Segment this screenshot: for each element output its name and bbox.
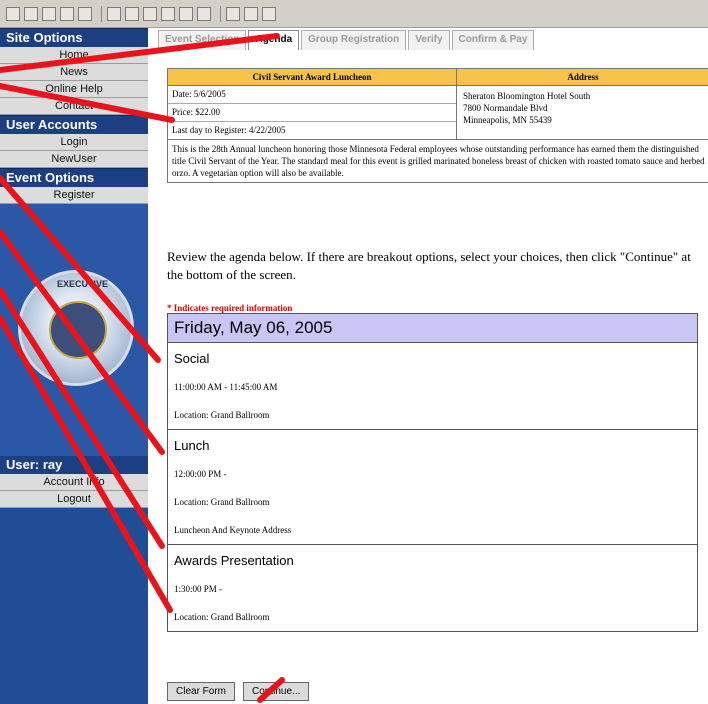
copy-icon[interactable] [125,6,139,21]
agenda-day-header: Friday, May 06, 2005 [168,314,697,343]
agenda-session: Lunch 12:00:00 PM - Location: Grand Ball… [168,430,697,545]
wizard-tabs: Event Selection Agenda Group Registratio… [158,30,536,50]
session-time: 12:00:00 PM - [174,469,227,479]
paste-icon[interactable] [161,6,175,21]
cut-icon[interactable] [143,6,157,21]
agenda-session: Social 11:00:00 AM - 11:45:00 AM Locatio… [168,343,697,430]
seal-text: EXECUTIVE [57,279,109,289]
eagle-emblem-icon [49,301,107,359]
required-note: * Indicates required information [167,303,293,313]
executive-board-seal: EXECUTIVE [18,270,134,386]
tab-event-selection[interactable]: Event Selection [158,30,247,50]
agenda-session: Awards Presentation 1:30:00 PM - Locatio… [168,545,697,631]
clear-form-button[interactable]: Clear Form [167,682,236,701]
event-info-table: Civil Servant Award Luncheon Address Dat… [167,68,708,183]
user-label: User: ray [0,456,148,474]
event-address: Sheraton Bloomington Hotel South 7800 No… [457,86,708,139]
sidebar-item-home[interactable]: Home [0,47,148,64]
back-icon[interactable] [6,6,20,21]
address-line: Sheraton Bloomington Hotel South [463,91,591,101]
event-last-day: Last day to Register: 4/22/2005 [172,125,286,135]
event-options-heading: Event Options [0,168,148,187]
home-icon[interactable] [78,6,92,21]
site-options-heading: Site Options [0,28,148,47]
event-info-header: Civil Servant Award Luncheon Address [168,69,708,86]
tab-agenda[interactable]: Agenda [248,30,300,50]
browser-toolbar [0,0,708,28]
history-icon[interactable] [197,6,211,21]
address-line: Minneapolis, MN 55439 [463,115,552,125]
user-accounts-heading: User Accounts [0,115,148,134]
event-description: This is the 28th Annual luncheon honorin… [168,139,708,182]
event-name: Civil Servant Award Luncheon [168,69,457,85]
sidebar-item-news[interactable]: News [0,64,148,81]
edit-icon[interactable] [262,6,276,21]
search-icon[interactable] [107,6,121,21]
toolbar-divider [101,5,102,22]
tab-confirm-pay[interactable]: Confirm & Pay [451,30,535,50]
continue-button[interactable]: Continue... [243,682,310,701]
stop-icon[interactable] [42,6,56,21]
tab-verify[interactable]: Verify [408,30,450,50]
mail-icon[interactable] [226,6,240,21]
event-info-body: Date: 5/6/2005 Price: $22.00 Last day to… [168,86,708,139]
sidebar-item-login[interactable]: Login [0,134,148,151]
sidebar-item-register[interactable]: Register [0,187,148,204]
event-details: Date: 5/6/2005 Price: $22.00 Last day to… [168,86,457,139]
sidebar: Site Options Home News Online Help Conta… [0,28,148,704]
toolbar-divider [220,5,221,22]
sidebar-item-account-info[interactable]: Account Info [0,474,148,491]
session-title: Lunch [174,438,210,453]
session-location: Location: Grand Ballroom [174,410,270,420]
address-header: Address [567,72,599,82]
form-buttons: Clear Form Continue... [167,682,317,701]
sidebar-item-logout[interactable]: Logout [0,491,148,508]
event-price: Price: $22.00 [168,104,456,122]
sidebar-item-contact[interactable]: Contact [0,98,148,115]
review-instructions: Review the agenda below. If there are br… [167,249,691,282]
seal-area: EXECUTIVE [0,204,148,456]
address-line: 7800 Normandale Blvd [463,103,548,113]
session-location: Location: Grand Ballroom [174,612,270,622]
sidebar-item-newuser[interactable]: NewUser [0,151,148,168]
settings-icon[interactable] [179,6,193,21]
session-location: Location: Grand Ballroom [174,497,270,507]
sidebar-item-online-help[interactable]: Online Help [0,81,148,98]
session-title: Social [174,351,210,366]
forward-icon[interactable] [24,6,38,21]
agenda-table: Friday, May 06, 2005 Social 11:00:00 AM … [167,313,698,632]
session-time: 11:00:00 AM - 11:45:00 AM [174,382,278,392]
tab-group-registration[interactable]: Group Registration [301,30,407,50]
session-time: 1:30:00 PM - [174,584,223,594]
print-icon[interactable] [244,6,258,21]
event-date: Date: 5/6/2005 [168,86,456,104]
session-title: Awards Presentation [174,553,294,568]
refresh-icon[interactable] [60,6,74,21]
session-description: Luncheon And Keynote Address [174,525,292,535]
